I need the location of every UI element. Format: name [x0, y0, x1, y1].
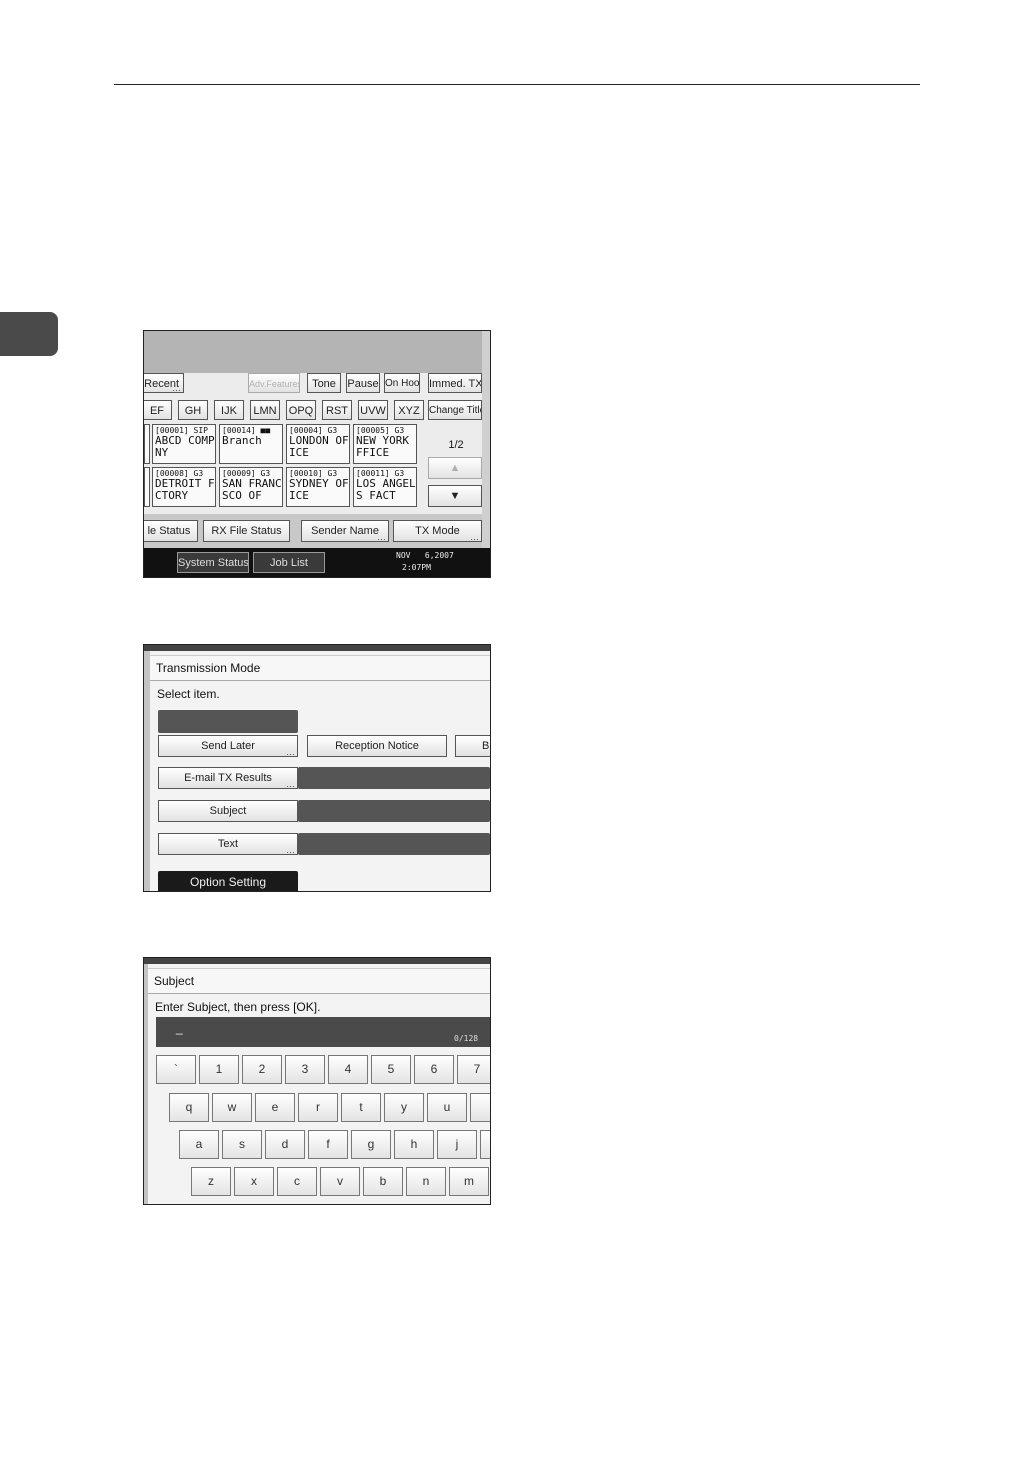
key-r[interactable]: r — [298, 1093, 338, 1122]
text-button[interactable]: Text — [158, 833, 298, 855]
tx-mode-button[interactable]: TX Mode — [393, 520, 482, 542]
reception-notice-button[interactable]: Reception Notice — [307, 735, 447, 757]
date-display: NOV 6,2007 — [396, 551, 454, 560]
pause-button[interactable]: Pause — [346, 373, 380, 393]
destination-key[interactable]: [00005] G3 NEW YORK O FFICE — [353, 424, 417, 464]
transmission-mode-screenshot: Transmission Mode Select item. Send Late… — [143, 644, 491, 892]
key-m[interactable]: m — [449, 1167, 489, 1196]
letter-tab-uvw[interactable]: UVW — [358, 400, 388, 420]
dialog-title: Subject — [148, 968, 490, 994]
arrow-up-icon: ▲ — [449, 462, 461, 474]
key-v[interactable]: v — [320, 1167, 360, 1196]
key-g[interactable]: g — [351, 1130, 391, 1159]
key-w[interactable]: w — [212, 1093, 252, 1122]
text-field — [298, 833, 490, 855]
key-backtick[interactable]: ` — [156, 1055, 196, 1084]
destination-key[interactable]: [00008] G3 DETROIT FA CTORY — [152, 467, 216, 507]
letter-tab-ef[interactable]: EF — [144, 400, 172, 420]
send-later-button[interactable]: Send Later — [158, 735, 298, 757]
key-u[interactable]: u — [427, 1093, 467, 1122]
destination-key[interactable]: [00010] G3 SYDNEY OFF ICE — [286, 467, 350, 507]
key-q[interactable]: q — [169, 1093, 209, 1122]
key-f[interactable]: f — [308, 1130, 348, 1159]
key-partial[interactable] — [480, 1130, 490, 1159]
letter-tab-opq[interactable]: OPQ — [286, 400, 316, 420]
letter-tab-ijk[interactable]: IJK — [214, 400, 244, 420]
destination-key[interactable]: [00014] ■■ Branch — [219, 424, 283, 464]
status-field — [158, 710, 298, 733]
key-2[interactable]: 2 — [242, 1055, 282, 1084]
destination-key[interactable]: [00011] G3 LOS ANGELE S FACT — [353, 467, 417, 507]
on-hook-button[interactable]: On Hook — [384, 373, 420, 393]
letter-tab-lmn[interactable]: LMN — [250, 400, 280, 420]
sender-name-button[interactable]: Sender Name — [301, 520, 389, 542]
adv-features-button[interactable]: Adv.Features — [248, 373, 300, 393]
letter-tab-rst[interactable]: RST — [322, 400, 352, 420]
char-counter: 0/128 — [454, 1034, 479, 1043]
key-t[interactable]: t — [341, 1093, 381, 1122]
time-display: 2:07PM — [402, 563, 431, 572]
subject-button[interactable]: Subject — [158, 800, 298, 822]
email-tx-results-field — [298, 767, 490, 789]
system-status-button[interactable]: System Status — [177, 552, 249, 573]
tab-recent[interactable]: Recent — [144, 373, 184, 393]
key-7[interactable]: 7 — [457, 1055, 490, 1084]
subject-entry-screenshot: Subject Enter Subject, then press [OK]. … — [143, 957, 491, 1205]
key-a[interactable]: a — [179, 1130, 219, 1159]
partial-button[interactable]: B — [455, 735, 490, 757]
page-indicator: 1/2 — [448, 439, 464, 451]
key-x[interactable]: x — [234, 1167, 274, 1196]
email-tx-results-button[interactable]: E-mail TX Results — [158, 767, 298, 789]
destination-key[interactable]: [00004] G3 LONDON OFF ICE — [286, 424, 350, 464]
key-d[interactable]: d — [265, 1130, 305, 1159]
rx-file-status-button[interactable]: RX File Status — [203, 520, 290, 542]
dialog-title: Transmission Mode — [150, 655, 490, 681]
key-4[interactable]: 4 — [328, 1055, 368, 1084]
immed-tx-button[interactable]: Immed. TX — [428, 373, 482, 393]
instruction-text: Select item. — [157, 687, 220, 701]
key-y[interactable]: y — [384, 1093, 424, 1122]
subject-input[interactable]: _ 0/128 — [156, 1017, 490, 1047]
subject-field — [298, 800, 490, 822]
key-n[interactable]: n — [406, 1167, 446, 1196]
tx-file-status-button[interactable]: le Status — [144, 520, 198, 542]
letter-tab-gh[interactable]: GH — [178, 400, 208, 420]
scroll-down-button[interactable]: ▼ — [428, 485, 482, 507]
key-3[interactable]: 3 — [285, 1055, 325, 1084]
key-h[interactable]: h — [394, 1130, 434, 1159]
instruction-text: Enter Subject, then press [OK]. — [155, 1000, 321, 1014]
letter-tab-xyz[interactable]: XYZ — [394, 400, 424, 420]
key-s[interactable]: s — [222, 1130, 262, 1159]
key-partial[interactable] — [470, 1093, 490, 1122]
key-c[interactable]: c — [277, 1167, 317, 1196]
group-icon: ■■ — [260, 426, 271, 435]
scroll-up-button[interactable]: ▲ — [428, 457, 482, 479]
arrow-down-icon: ▼ — [449, 490, 461, 502]
destination-key[interactable]: [00001] SIP ABCD COMPA NY — [152, 424, 216, 464]
header-rule — [114, 84, 920, 85]
key-b[interactable]: b — [363, 1167, 403, 1196]
key-j[interactable]: j — [437, 1130, 477, 1159]
job-list-button[interactable]: Job List — [253, 552, 325, 573]
key-6[interactable]: 6 — [414, 1055, 454, 1084]
text-cursor: _ — [176, 1021, 183, 1035]
destination-key[interactable]: [00009] G3 SAN FRANCI SCO OF — [219, 467, 283, 507]
message-area — [144, 331, 482, 373]
tone-button[interactable]: Tone — [307, 373, 341, 393]
key-e[interactable]: e — [255, 1093, 295, 1122]
key-z[interactable]: z — [191, 1167, 231, 1196]
fax-main-screenshot: Recent Adv.Features Tone Pause On Hook I… — [143, 330, 491, 578]
change-title-button[interactable]: Change Title — [428, 400, 482, 420]
key-1[interactable]: 1 — [199, 1055, 239, 1084]
chapter-tab — [0, 312, 58, 356]
key-5[interactable]: 5 — [371, 1055, 411, 1084]
option-setting-button[interactable]: Option Setting — [158, 871, 298, 891]
